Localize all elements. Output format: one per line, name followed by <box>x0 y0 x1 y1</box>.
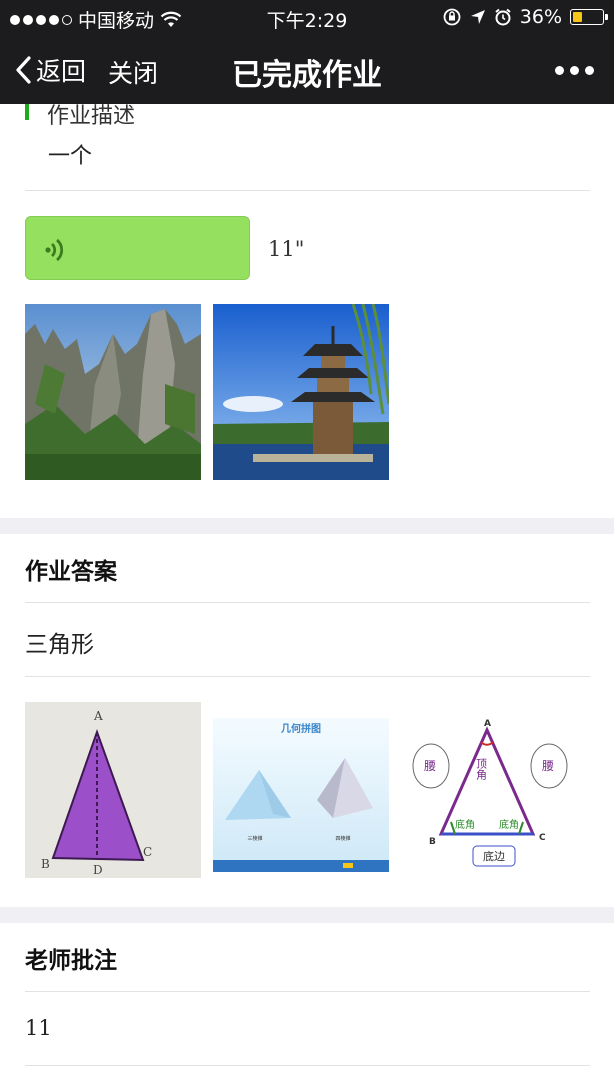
mountain-photo[interactable] <box>25 304 201 480</box>
battery-icon <box>570 9 608 25</box>
triangle-label-apex: A <box>93 709 103 723</box>
battery-percent: 36% <box>519 6 562 28</box>
content-area[interactable]: 作业描述 一个 11" 作业答案 三角形 A B C D 几何拼图 三棱锥 四棱… <box>0 104 614 1091</box>
divider <box>25 1065 590 1066</box>
section-gap <box>0 907 614 923</box>
section-gap <box>0 518 614 534</box>
pyramid-slide-image[interactable]: 几何拼图 三棱锥 四棱锥 <box>213 718 389 872</box>
triangle-label-left: B <box>41 857 50 871</box>
voice-wave-icon <box>45 238 64 262</box>
pagoda-photo[interactable] <box>213 304 389 480</box>
slide-right-caption: 四棱锥 <box>335 835 350 842</box>
voice-duration: 11" <box>268 237 305 261</box>
triangle-label-bottom: D <box>93 863 103 877</box>
answer-section-title: 作业答案 <box>25 559 117 585</box>
slide-left-caption: 三棱锥 <box>247 835 262 842</box>
isosceles-triangle-diagram[interactable]: A B C 顶角 腰 腰 底角 底角 底边 <box>401 704 577 880</box>
slide-title: 几何拼图 <box>281 722 321 735</box>
divider <box>25 190 590 191</box>
diagram-base-label: 底边 <box>483 849 505 863</box>
diagram-left-waist: 腰 <box>424 759 436 773</box>
answer-text: 三角形 <box>25 632 94 658</box>
teacher-note-text: 11 <box>25 1016 52 1040</box>
teacher-note-title: 老师批注 <box>25 948 117 974</box>
diagram-label-c: C <box>539 833 546 843</box>
diagram-left-base-angle: 底角 <box>455 818 475 831</box>
page-title: 已完成作业 <box>232 58 382 93</box>
diagram-label-b: B <box>429 837 436 847</box>
diagram-right-base-angle: 底角 <box>499 818 519 831</box>
description-text: 一个 <box>48 144 93 169</box>
diagram-label-a: A <box>484 719 491 729</box>
purple-triangle-photo[interactable]: A B C D <box>25 702 201 878</box>
divider <box>25 676 590 677</box>
triangle-label-right: C <box>143 845 152 859</box>
description-label: 作业描述 <box>47 104 136 129</box>
nav-bar: 返回 关闭 已完成作业 <box>0 36 614 104</box>
divider <box>25 602 590 603</box>
status-bar: 中国移动 下午2:29 36% <box>0 0 614 36</box>
diagram-right-waist: 腰 <box>542 759 554 773</box>
diagram-apex-angle: 顶角 <box>475 758 488 781</box>
voice-message-button[interactable] <box>25 216 250 280</box>
more-icon[interactable] <box>555 66 594 75</box>
location-icon <box>470 10 485 24</box>
rotation-lock-icon <box>443 8 461 26</box>
divider <box>25 991 590 992</box>
status-right: 36% <box>442 6 608 28</box>
alarm-icon <box>495 8 511 26</box>
